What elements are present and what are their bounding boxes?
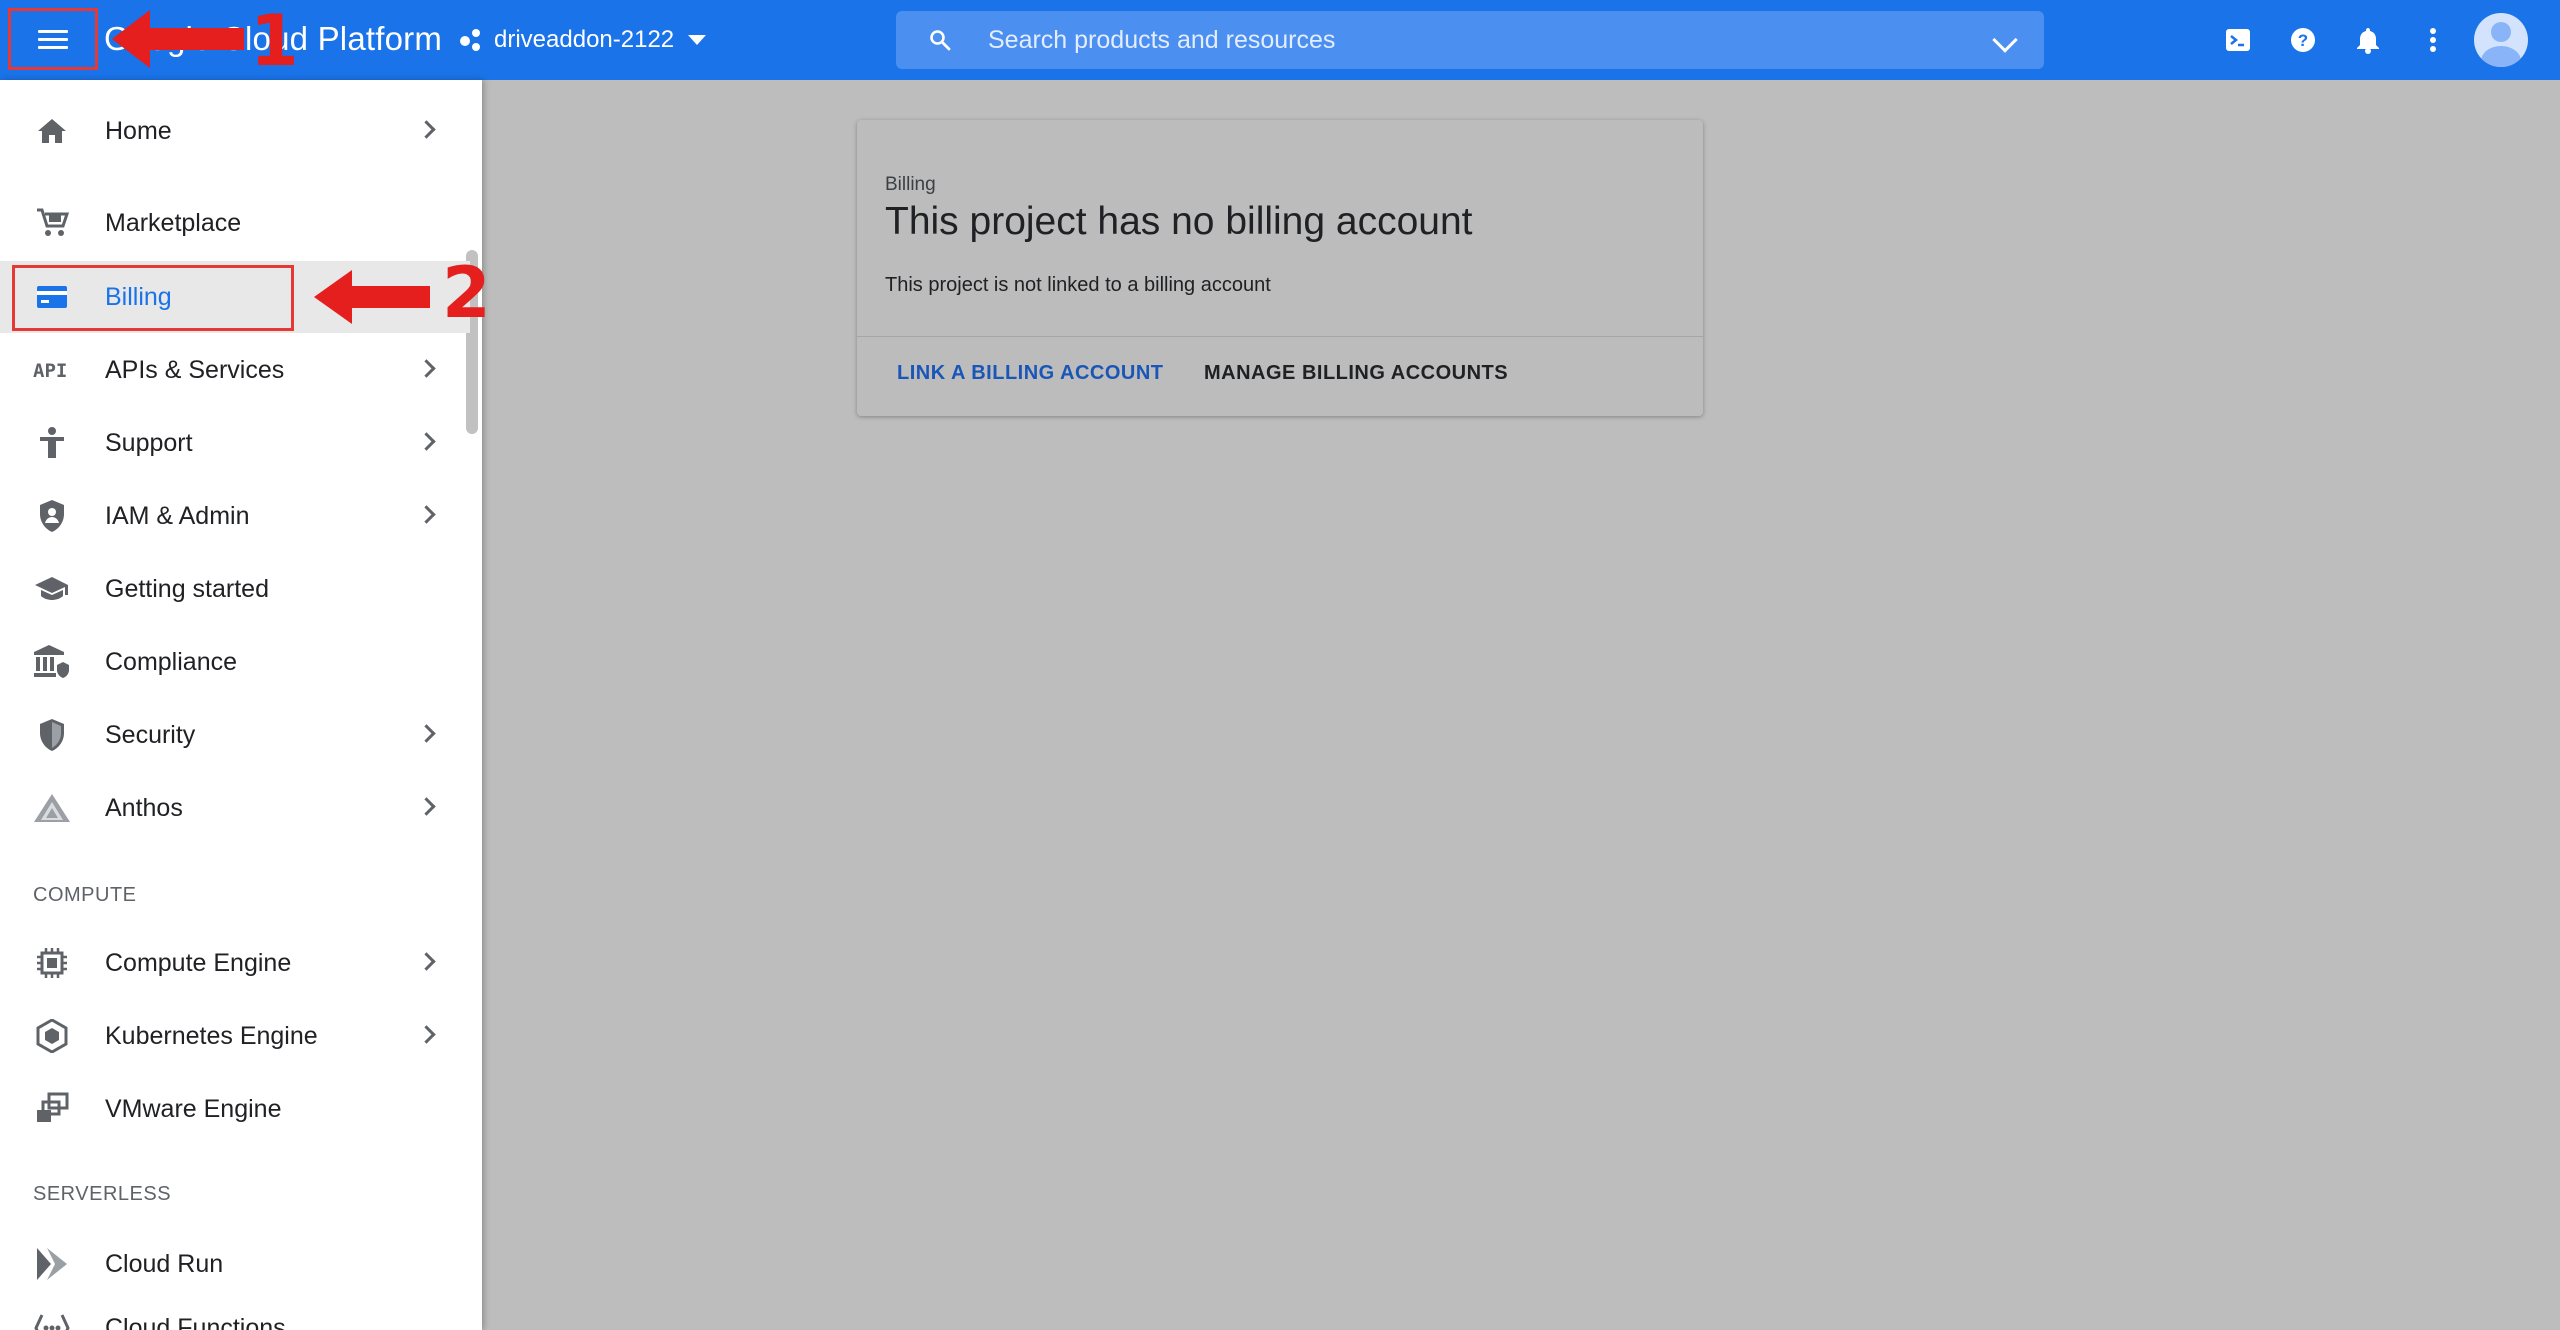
page-title: This project has no billing account: [885, 200, 1473, 243]
project-name: driveaddon-2122: [494, 26, 675, 53]
divider: [857, 336, 1703, 337]
sidebar-item-cloud-functions[interactable]: Cloud Functions: [0, 1292, 470, 1330]
billing-highlight-frame: [12, 265, 294, 331]
sidebar-item-anthos[interactable]: Anthos: [0, 772, 470, 844]
main-menu-button[interactable]: [8, 8, 98, 70]
chip-icon: [32, 945, 72, 981]
project-dots-icon: [458, 27, 484, 53]
sidebar-item-label: Marketplace: [105, 209, 242, 237]
sidebar-item-marketplace[interactable]: Marketplace: [0, 187, 470, 259]
account-avatar[interactable]: [2474, 13, 2528, 67]
project-selector[interactable]: driveaddon-2122: [458, 20, 707, 60]
cloud-run-icon: [32, 1246, 72, 1282]
sidebar-item-home[interactable]: Home: [0, 95, 470, 167]
sidebar-item-label: Cloud Run: [105, 1250, 224, 1278]
sidebar-item-label: Cloud Functions: [105, 1314, 286, 1330]
cloud-shell-button[interactable]: [2220, 22, 2256, 58]
sidebar-item-label: Support: [105, 429, 193, 457]
chevron-right-icon: [417, 952, 436, 971]
annotation-arrow-2-icon: [314, 270, 430, 324]
functions-icon: [32, 1310, 72, 1330]
chevron-right-icon: [417, 432, 436, 451]
manage-billing-accounts-button[interactable]: MANAGE BILLING ACCOUNTS: [1204, 362, 1508, 385]
svg-text:API: API: [33, 360, 67, 382]
sidebar-item-label: Anthos: [105, 794, 183, 822]
api-icon: API: [32, 352, 72, 388]
notifications-button[interactable]: [2350, 22, 2386, 58]
sidebar-item-cloud-run[interactable]: Cloud Run: [0, 1228, 470, 1300]
sidebar-item-label: Security: [105, 721, 196, 749]
sidebar-item-compute-engine[interactable]: Compute Engine: [0, 927, 470, 999]
sidebar-item-apis[interactable]: API APIs & Services: [0, 334, 470, 406]
sidebar-item-label: Kubernetes Engine: [105, 1022, 318, 1050]
sidebar-item-label: Getting started: [105, 575, 269, 603]
annotation-number-1: 1: [250, 0, 299, 82]
building-icon: [32, 644, 72, 680]
billing-card: Billing This project has no billing acco…: [857, 120, 1703, 416]
sidebar-item-label: APIs & Services: [105, 356, 285, 384]
search-input[interactable]: Search products and resources: [988, 26, 1335, 55]
shield-person-icon: [32, 498, 72, 534]
sidebar-item-label: Home: [105, 117, 172, 145]
vmware-icon: [32, 1091, 72, 1127]
chevron-right-icon: [417, 120, 436, 139]
annotation-arrow-1-icon: [112, 10, 244, 68]
card-description: This project is not linked to a billing …: [885, 274, 1271, 296]
top-app-bar: Google Cloud Platform driveaddon-2122 Se…: [0, 0, 2560, 80]
chevron-right-icon: [417, 1025, 436, 1044]
section-header-compute: COMPUTE: [33, 884, 137, 906]
security-shield-icon: [32, 717, 72, 753]
annotation-number-2: 2: [442, 252, 491, 334]
help-icon: ?: [2291, 28, 2315, 52]
help-button[interactable]: ?: [2285, 22, 2321, 58]
chevron-right-icon: [417, 724, 436, 743]
search-icon: [930, 30, 951, 51]
svg-text:?: ?: [2298, 31, 2308, 50]
anthos-icon: [32, 790, 72, 826]
hamburger-menu-icon: [38, 28, 68, 50]
caret-down-icon: [688, 35, 707, 45]
sidebar-item-label: Compute Engine: [105, 949, 292, 977]
sidebar-item-compliance[interactable]: Compliance: [0, 626, 470, 698]
section-header-serverless: SERVERLESS: [33, 1183, 172, 1205]
chevron-right-icon: [417, 797, 436, 816]
cart-icon: [32, 205, 72, 241]
sidebar-item-vmware-engine[interactable]: VMware Engine: [0, 1073, 470, 1145]
home-icon: [32, 113, 72, 149]
sidebar-item-getting-started[interactable]: Getting started: [0, 553, 470, 625]
sidebar-item-iam[interactable]: IAM & Admin: [0, 480, 470, 552]
kubernetes-icon: [32, 1018, 72, 1054]
link-billing-account-button[interactable]: LINK A BILLING ACCOUNT: [897, 362, 1164, 385]
graduation-cap-icon: [32, 571, 72, 607]
chevron-right-icon: [417, 505, 436, 524]
search-bar[interactable]: Search products and resources: [896, 11, 2044, 69]
terminal-icon: [2226, 29, 2250, 51]
sidebar-item-kubernetes-engine[interactable]: Kubernetes Engine: [0, 1000, 470, 1072]
chevron-right-icon: [417, 359, 436, 378]
sidebar-item-security[interactable]: Security: [0, 699, 470, 771]
chevron-down-icon[interactable]: [1992, 27, 2018, 53]
breadcrumb: Billing: [885, 174, 936, 195]
more-options-button[interactable]: [2415, 22, 2451, 58]
sidebar-item-label: VMware Engine: [105, 1095, 282, 1123]
sidebar-item-label: Compliance: [105, 648, 238, 676]
sidebar-item-support[interactable]: Support: [0, 407, 470, 479]
support-icon: [32, 425, 72, 461]
more-vert-icon: [2430, 28, 2436, 52]
bell-icon: [2357, 28, 2379, 54]
sidebar-item-label: IAM & Admin: [105, 502, 250, 530]
